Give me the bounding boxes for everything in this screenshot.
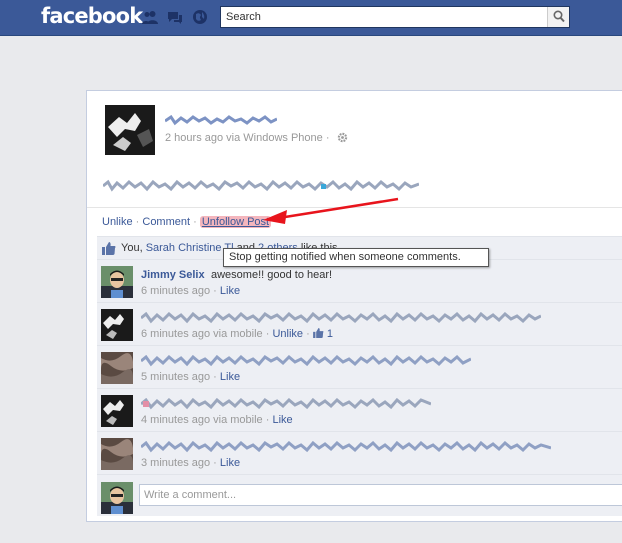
comment-like-link[interactable]: Like — [220, 285, 240, 297]
post-body-obscured — [102, 179, 420, 193]
friends-icon[interactable] — [142, 9, 158, 25]
comment-unlike-link[interactable]: Unlike — [272, 328, 303, 340]
commenter-avatar[interactable] — [101, 395, 133, 427]
search-input[interactable] — [221, 7, 547, 27]
post-actions: Unlike · Comment · Unfollow Post — [102, 216, 272, 228]
comment-meta: 6 minutes ago · Like — [141, 285, 241, 297]
post-time[interactable]: 2 hours ago via Windows Phone — [165, 132, 323, 144]
commenter-avatar[interactable] — [101, 266, 133, 298]
comment-time[interactable]: 3 minutes ago — [141, 457, 210, 469]
search-box — [220, 6, 570, 28]
post-author-avatar[interactable] — [105, 105, 155, 155]
post-author-name-obscured[interactable] — [164, 114, 278, 126]
commenter-avatar[interactable] — [101, 438, 133, 470]
comment-text-obscured — [140, 354, 541, 367]
comment-like-link[interactable]: Like — [272, 414, 292, 426]
comment-like-link[interactable]: Like — [220, 457, 240, 469]
feedback-area: You, Sarah Christine Tl and 2 others lik… — [97, 236, 622, 516]
notifications-icon[interactable] — [192, 9, 208, 25]
comment-meta: 4 minutes ago via mobile · Like — [141, 414, 293, 426]
comment-time[interactable]: 5 minutes ago — [141, 371, 210, 383]
commenter-name-link[interactable]: Jimmy Selix — [141, 269, 205, 281]
current-user-avatar — [101, 482, 133, 514]
comment-like-count[interactable]: 1 — [327, 328, 333, 340]
thumbs-up-icon — [312, 328, 324, 338]
comment-text-obscured — [140, 311, 542, 324]
comment-item: 6 minutes ago via mobile · Unlike · 1 — [97, 302, 622, 345]
comment-text: awesome!! good to hear! — [211, 269, 333, 281]
commenter-avatar[interactable] — [101, 309, 133, 341]
comment-text-obscured — [140, 397, 541, 410]
comment-item: 3 minutes ago · Like — [97, 431, 622, 474]
meta-separator: · — [325, 132, 330, 144]
comment-input[interactable] — [139, 484, 622, 506]
thumbs-up-icon — [102, 242, 116, 255]
post-meta: 2 hours ago via Windows Phone · — [165, 132, 348, 144]
unfollow-tooltip: Stop getting notified when someone comme… — [223, 248, 489, 267]
commenter-avatar[interactable] — [101, 352, 133, 384]
comment-link[interactable]: Comment — [142, 216, 190, 228]
unlike-link[interactable]: Unlike — [102, 216, 133, 228]
comment-meta: 6 minutes ago via mobile · Unlike · 1 — [141, 328, 334, 340]
top-bar: facebook — [0, 0, 622, 36]
comment-item: 5 minutes ago · Like — [97, 345, 622, 388]
search-icon — [553, 10, 565, 23]
action-separator: · — [135, 216, 140, 228]
comment-meta: 3 minutes ago · Like — [141, 457, 241, 469]
comment-time[interactable]: 6 minutes ago — [141, 285, 210, 297]
unfollow-post-link[interactable]: Unfollow Post — [199, 216, 272, 228]
search-button[interactable] — [547, 7, 569, 27]
gear-icon[interactable] — [337, 132, 348, 143]
liker-name-link[interactable]: Sarah Christine — [146, 242, 222, 254]
comment-item: 4 minutes ago via mobile · Like — [97, 388, 622, 431]
comment-composer — [97, 474, 622, 516]
red-arrow-annotation — [263, 197, 399, 224]
post-card: 2 hours ago via Windows Phone · Unlike ·… — [86, 90, 622, 522]
action-separator: · — [193, 216, 197, 228]
likes-you: You, — [121, 242, 146, 254]
comment-time[interactable]: 6 minutes ago via mobile — [141, 328, 263, 340]
comment-meta: 5 minutes ago · Like — [141, 371, 241, 383]
comment-time[interactable]: 4 minutes ago via mobile — [141, 414, 263, 426]
facebook-logo[interactable]: facebook — [41, 4, 143, 28]
comment-text-obscured — [140, 440, 552, 453]
messages-icon[interactable] — [167, 9, 183, 25]
comment-like-link[interactable]: Like — [220, 371, 240, 383]
